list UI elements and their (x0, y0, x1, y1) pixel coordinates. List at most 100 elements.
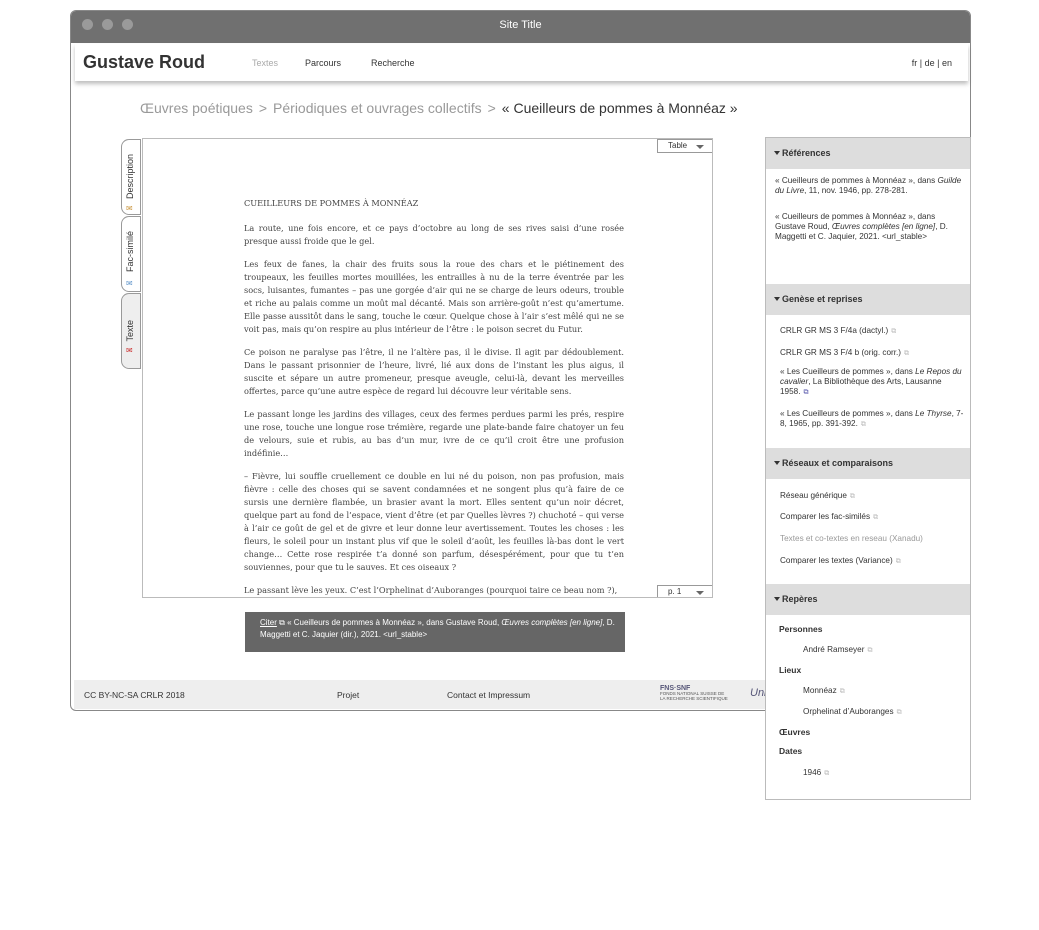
external-link-icon: ⧉ (896, 709, 902, 716)
breadcrumb-current: « Cueilleurs de pommes à Monnéaz » (501, 100, 738, 116)
reperes-lieu-item[interactable]: Monnéaz ⧉ (803, 686, 845, 697)
table-dropdown-label: Table (668, 141, 688, 150)
reference-post: , 11, nov. 1946, pp. 278-281. (804, 186, 908, 195)
reperes-lieu-item[interactable]: Orphelinat d’Auboranges ⧉ (803, 707, 902, 718)
paragraph: – Fièvre, lui souffle cruellement ce dou… (244, 471, 624, 572)
section-reseaux-title: Réseaux et comparaisons (782, 458, 894, 468)
external-link-icon: ⧉ (895, 558, 901, 565)
tab-fac-simile[interactable]: Fac-similé ✉ (121, 216, 141, 292)
external-link-icon: ⧉ (891, 328, 897, 335)
reperes-personne-item[interactable]: André Ramseyer ⧉ (803, 645, 872, 656)
site-brand[interactable]: Gustave Roud (83, 52, 205, 73)
section-reperes-title: Repères (782, 594, 818, 604)
fns-logo[interactable]: FNS·SNF FONDS NATIONAL SUISSE DE LA RECH… (660, 685, 730, 704)
page-dropdown-label: p. 1 (668, 587, 682, 596)
reseau-text: Réseau générique (780, 491, 847, 500)
external-link-icon: ⧉ (867, 647, 873, 654)
breadcrumb-separator: > (258, 100, 268, 116)
tab-texte[interactable]: Texte ✉ (121, 293, 141, 369)
citation-italic: Œuvres complètes [en ligne] (501, 618, 603, 627)
footer-projet-link[interactable]: Projet (337, 690, 359, 700)
reference-item: « Cueilleurs de pommes à Monnéaz », dans… (775, 176, 965, 196)
section-references-title: Références (782, 148, 831, 158)
genese-pre: « Les Cueilleurs de pommes », dans (780, 409, 916, 418)
citation-pre: « Cueilleurs de pommes à Monnéaz », dans… (284, 618, 502, 627)
breadcrumb: Œuvres poétiques > Périodiques et ouvrages… (140, 100, 738, 116)
text-viewer[interactable]: Table CUEILLEURS DE POMMES À MONNÉAZ La … (142, 138, 713, 598)
breadcrumb-separator: > (487, 100, 496, 116)
document-text: CUEILLEURS DE POMMES À MONNÉAZ La route,… (244, 197, 624, 597)
chevron-down-icon (696, 591, 704, 595)
xanadu-link: Textes et co-textes en reseau (Xanadu) (780, 534, 923, 544)
reperes-oeuvres-label: Œuvres (779, 727, 811, 737)
reperes-lieu-text: Orphelinat d’Auboranges (803, 707, 894, 716)
breadcrumb-oeuvres-poetiques[interactable]: Œuvres poétiques (140, 100, 253, 116)
reperes-lieux-label: Lieux (779, 665, 802, 675)
fns-logo-sub: FONDS NATIONAL SUISSE DE LA RECHERCHE SC… (660, 691, 728, 701)
external-link-icon: ⧉ (873, 514, 879, 521)
genese-item[interactable]: CRLR GR MS 3 F/4a (dactyl.) ⧉ (780, 326, 896, 337)
language-switcher[interactable]: fr | de | en (912, 58, 952, 68)
compare-textes-link[interactable]: Comparer les textes (Variance) ⧉ (780, 556, 901, 567)
reperes-personnes-label: Personnes (779, 624, 823, 634)
section-genese-header[interactable]: Genèse et reprises (766, 284, 970, 315)
section-references-header[interactable]: Références (766, 138, 970, 169)
nav-parcours[interactable]: Parcours (305, 58, 341, 68)
right-panel: Références « Cueilleurs de pommes à Monn… (765, 137, 971, 800)
caret-down-icon (774, 151, 780, 155)
paragraph: Le passant longe les jardins des village… (244, 409, 624, 458)
external-link-icon: ⧉ (824, 770, 830, 777)
genese-item[interactable]: CRLR GR MS 3 F/4 b (orig. corr.) ⧉ (780, 348, 909, 359)
site-header: Gustave Roud Textes Parcours Recherche f… (75, 44, 968, 81)
paragraph: Le passant lève les yeux. C’est l’Orphel… (244, 585, 618, 595)
paragraph: Les feux de fanes, la chair des fruits s… (244, 259, 624, 334)
breadcrumb-periodiques[interactable]: Périodiques et ouvrages collectifs (273, 100, 482, 116)
external-link-icon: ⧉ (860, 421, 866, 428)
page-dropdown[interactable]: p. 1 (657, 585, 712, 597)
reference-item: « Cueilleurs de pommes à Monnéaz », dans… (775, 212, 965, 242)
envelope-icon: ✉ (126, 204, 133, 213)
caret-down-icon (774, 461, 780, 465)
window-title: Site Title (499, 19, 542, 31)
tab-texte-label: Texte (125, 320, 135, 342)
nav-textes[interactable]: Textes (252, 58, 278, 68)
genese-italic: Le Thyrse (915, 409, 952, 418)
tab-description[interactable]: Description ✉ (121, 139, 141, 215)
section-reperes-header[interactable]: Repères (766, 584, 970, 615)
footer-contact-link[interactable]: Contact et Impressum (447, 690, 530, 700)
genese-item[interactable]: « Les Cueilleurs de pommes », dans Le Re… (780, 367, 964, 398)
external-link-icon: ⧉ (849, 493, 855, 500)
tab-fac-simile-label: Fac-similé (125, 231, 135, 273)
reperes-lieu-text: Monnéaz (803, 686, 837, 695)
reseau-text: Comparer les textes (Variance) (780, 556, 893, 565)
chevron-down-icon (696, 145, 704, 149)
compare-facsimiles-link[interactable]: Comparer les fac-similés ⧉ (780, 512, 878, 523)
reperes-personne-text: André Ramseyer (803, 645, 865, 654)
document-title: CUEILLEURS DE POMMES À MONNÉAZ (244, 198, 419, 208)
section-genese-title: Genèse et reprises (782, 294, 863, 304)
genese-pre: « Les Cueilleurs de pommes », dans (780, 367, 916, 376)
reseau-generique-link[interactable]: Réseau générique ⧉ (780, 491, 855, 502)
tab-description-label: Description (125, 154, 135, 200)
genese-text: CRLR GR MS 3 F/4a (dactyl.) (780, 326, 889, 335)
reference-italic: Œuvres complètes [en ligne] (831, 222, 936, 231)
genese-item[interactable]: « Les Cueilleurs de pommes », dans Le Th… (780, 409, 964, 430)
footer-license[interactable]: CC BY-NC-SA CRLR 2018 (84, 690, 185, 700)
reperes-dates-label: Dates (779, 746, 803, 756)
reseau-text: Textes et co-textes en reseau (Xanadu) (780, 534, 923, 543)
site-footer: CC BY-NC-SA CRLR 2018 Projet Contact et … (74, 680, 768, 709)
genese-text: CRLR GR MS 3 F/4 b (orig. corr.) (780, 348, 902, 357)
cite-link[interactable]: Citer (260, 618, 277, 627)
external-link-icon: ⧉ (803, 389, 809, 396)
nav-recherche[interactable]: Recherche (371, 58, 415, 68)
paragraph: La route, une fois encore, et ce pays d’… (244, 223, 624, 246)
citation-box: Citer ⧉ « Cueilleurs de pommes à Monnéaz… (245, 612, 625, 652)
section-reseaux-header[interactable]: Réseaux et comparaisons (766, 448, 970, 479)
caret-down-icon (774, 597, 780, 601)
table-dropdown[interactable]: Table (657, 139, 712, 153)
caret-down-icon (774, 297, 780, 301)
title-bar: Site Title (71, 11, 970, 43)
external-link-icon: ⧉ (839, 688, 845, 695)
paragraph: Ce poison ne paralyse pas l’être, il ne … (244, 347, 624, 396)
reperes-date-item[interactable]: 1946 ⧉ (803, 768, 829, 779)
